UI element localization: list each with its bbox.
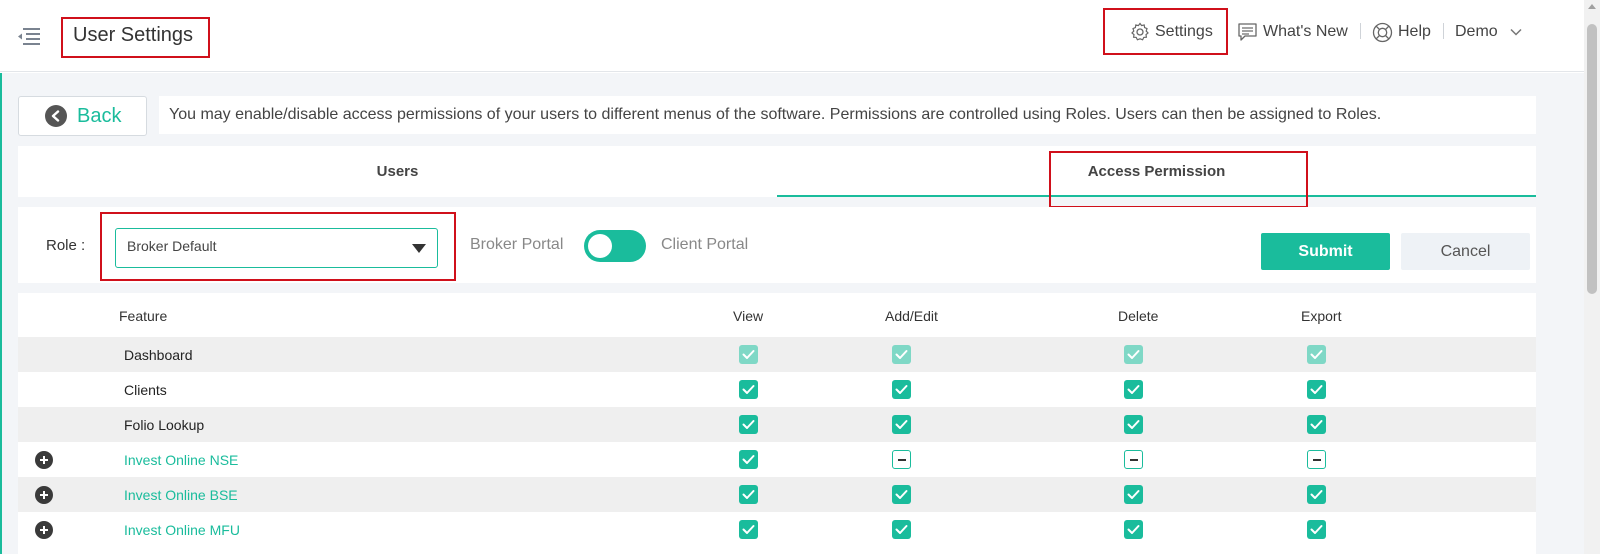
expand-plus-icon[interactable] [35, 451, 53, 469]
client-portal-label: Client Portal [661, 236, 749, 253]
chat-icon [1238, 23, 1257, 41]
expand-plus-icon[interactable] [35, 521, 53, 539]
delete-checkbox[interactable] [1124, 450, 1143, 469]
menu-icon[interactable] [17, 26, 41, 48]
column-header-add-edit: Add/Edit [885, 308, 938, 324]
toggle-knob [588, 234, 612, 258]
help-link[interactable]: Help [1372, 20, 1431, 44]
export-checkbox[interactable] [1307, 450, 1326, 469]
feature-name: Folio Lookup [124, 417, 205, 433]
add-edit-checkbox[interactable] [892, 380, 911, 399]
export-checkbox[interactable] [1307, 415, 1326, 434]
nav-divider [1443, 23, 1444, 39]
access-permission-highlight [1049, 151, 1308, 208]
page-title: User Settings [73, 24, 194, 46]
table-row: Clients [18, 372, 1536, 407]
delete-checkbox[interactable] [1124, 520, 1143, 539]
user-name: Demo [1455, 23, 1498, 40]
add-edit-checkbox[interactable] [892, 520, 911, 539]
view-checkbox[interactable] [739, 520, 758, 539]
feature-name: Dashboard [124, 347, 193, 363]
settings-label: Settings [1155, 23, 1213, 40]
add-edit-checkbox[interactable] [892, 450, 911, 469]
feature-name[interactable]: Invest Online MFU [124, 522, 240, 538]
user-menu[interactable]: Demo [1455, 20, 1522, 44]
whats-new-label: What's New [1263, 23, 1348, 40]
tab-bar: Users Access Permission [18, 146, 1536, 197]
broker-portal-label: Broker Portal [470, 236, 564, 253]
view-checkbox[interactable] [739, 415, 758, 434]
delete-checkbox [1124, 345, 1143, 364]
view-checkbox[interactable] [739, 450, 758, 469]
table-row: Invest Online BSE [18, 477, 1536, 512]
left-accent-bar [0, 73, 2, 554]
settings-link[interactable]: Settings [1130, 20, 1213, 44]
add-edit-checkbox[interactable] [892, 485, 911, 504]
delete-checkbox[interactable] [1124, 485, 1143, 504]
add-edit-checkbox [892, 345, 911, 364]
table-row: Invest Online MFU [18, 512, 1536, 547]
portal-toggle[interactable] [584, 230, 646, 262]
feature-name: Clients [124, 382, 167, 398]
delete-checkbox[interactable] [1124, 415, 1143, 434]
feature-name[interactable]: Invest Online BSE [124, 487, 238, 503]
info-message: You may enable/disable access permission… [159, 96, 1536, 134]
feature-name[interactable]: Invest Online NSE [124, 452, 238, 468]
table-row: Folio Lookup [18, 407, 1536, 442]
permissions-table: Feature View Add/Edit Delete Export Dash… [18, 293, 1536, 554]
help-icon [1372, 22, 1393, 42]
view-checkbox[interactable] [739, 380, 758, 399]
export-checkbox[interactable] [1307, 380, 1326, 399]
add-edit-checkbox[interactable] [892, 415, 911, 434]
help-label: Help [1398, 23, 1431, 40]
column-header-feature: Feature [119, 308, 168, 324]
whats-new-link[interactable]: What's New [1237, 20, 1348, 44]
delete-checkbox[interactable] [1124, 380, 1143, 399]
table-row: Invest Online NSE [18, 442, 1536, 477]
back-arrow-icon [45, 105, 67, 127]
scroll-thumb[interactable] [1587, 24, 1597, 294]
export-checkbox[interactable] [1307, 485, 1326, 504]
submit-button[interactable]: Submit [1261, 233, 1390, 270]
top-bar: User Settings Settings What's New Help D… [0, 0, 1584, 72]
column-header-export: Export [1301, 308, 1342, 324]
cancel-button[interactable]: Cancel [1401, 233, 1530, 270]
tab-users[interactable]: Users [18, 146, 777, 197]
gear-icon [1131, 22, 1149, 41]
back-label: Back [77, 104, 122, 127]
column-header-delete: Delete [1118, 308, 1159, 324]
scroll-up-arrow-icon[interactable] [1588, 4, 1596, 9]
table-row: Dashboard [18, 337, 1536, 372]
role-label: Role : [46, 237, 86, 254]
view-checkbox [739, 345, 758, 364]
export-checkbox [1307, 345, 1326, 364]
chevron-down-icon [1510, 28, 1522, 36]
role-select-highlight [100, 212, 456, 281]
back-button[interactable]: Back [18, 96, 147, 136]
expand-plus-icon[interactable] [35, 486, 53, 504]
column-header-view: View [733, 308, 764, 324]
view-checkbox[interactable] [739, 485, 758, 504]
scrollbar[interactable] [1584, 0, 1600, 554]
nav-divider [1360, 23, 1361, 39]
table-header: Feature View Add/Edit Delete Export [18, 293, 1536, 337]
export-checkbox[interactable] [1307, 520, 1326, 539]
